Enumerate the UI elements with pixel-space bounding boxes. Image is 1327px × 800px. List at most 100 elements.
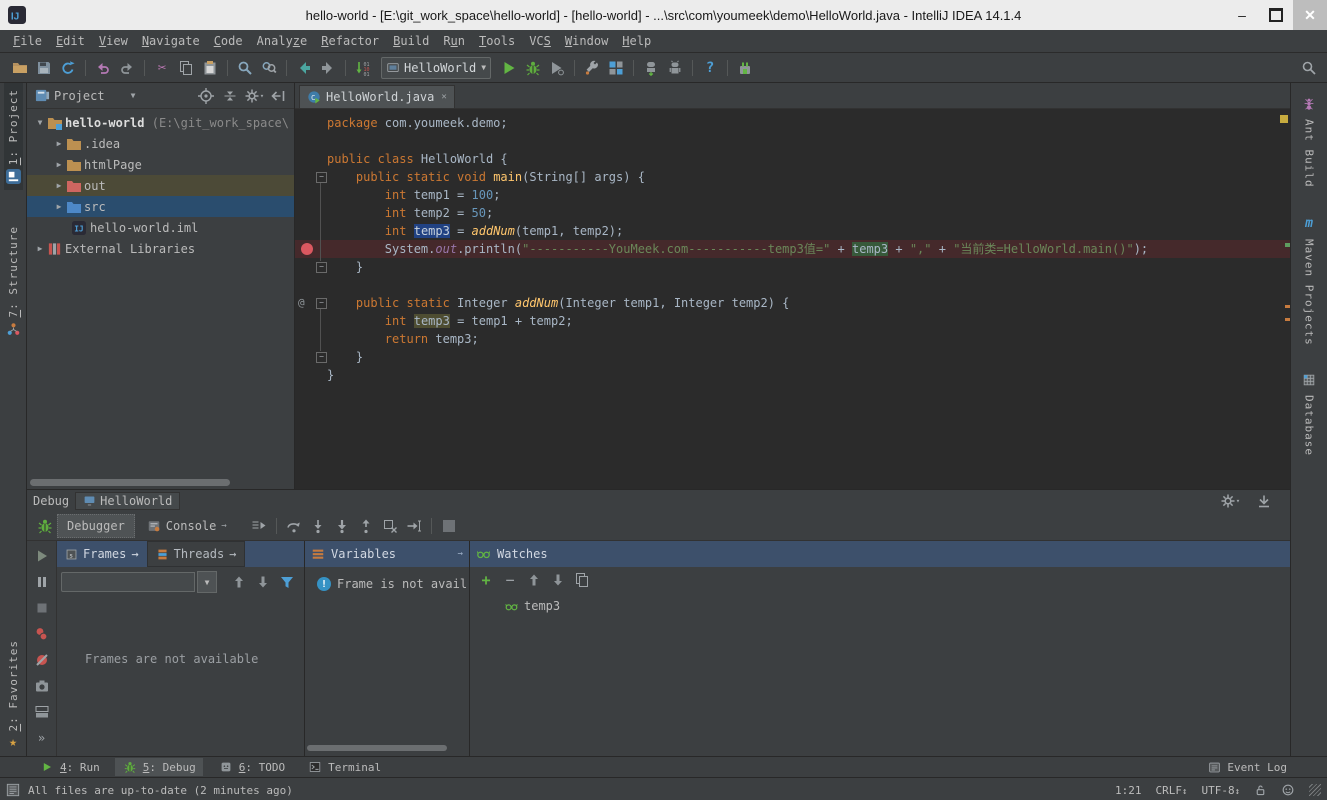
evaluate-expression-icon[interactable] — [437, 515, 461, 537]
resume-icon[interactable] — [30, 545, 54, 567]
collapse-all-icon[interactable] — [218, 85, 242, 107]
collapsed-arrow-icon[interactable]: ▶ — [33, 244, 47, 253]
more-icon[interactable]: » — [30, 727, 54, 749]
tree-row-src[interactable]: ▶ src — [27, 196, 294, 217]
toolwindow-button-structure[interactable]: 7: Structure — [4, 220, 23, 343]
collapsed-arrow-icon[interactable]: ▶ — [52, 139, 66, 148]
menu-run[interactable]: Run — [436, 34, 472, 48]
prev-frame-icon[interactable] — [227, 571, 251, 593]
show-execution-point-icon[interactable] — [247, 515, 271, 537]
toolwindow-button-6-todo[interactable]: 6: TODO — [211, 758, 292, 776]
menu-view[interactable]: View — [92, 34, 135, 48]
code-line[interactable]: int temp3 = addNum(temp1, temp2); — [295, 222, 1290, 240]
collapsed-arrow-icon[interactable]: ▶ — [52, 202, 66, 211]
drop-frame-icon[interactable] — [378, 515, 402, 537]
move-up-icon[interactable] — [522, 569, 546, 591]
pause-icon[interactable] — [30, 571, 54, 593]
toolwindow-button-project[interactable]: 1: Project — [4, 83, 23, 190]
restore-layout-icon[interactable] — [30, 701, 54, 723]
code-line[interactable]: public class HelloWorld { — [295, 150, 1290, 168]
menu-window[interactable]: Window — [558, 34, 615, 48]
fold-marker-icon[interactable]: − — [316, 298, 327, 309]
toolwindow-button-4-run[interactable]: 4: Run — [32, 758, 107, 776]
menu-tools[interactable]: Tools — [472, 34, 522, 48]
line-separator-select[interactable]: CRLF↕ — [1156, 784, 1188, 797]
code-line[interactable]: return temp3; — [295, 330, 1290, 348]
hide-left-icon[interactable] — [266, 85, 290, 107]
android-icon[interactable] — [663, 57, 687, 79]
tree-row-idea[interactable]: ▶ .idea — [27, 133, 294, 154]
caret-position[interactable]: 1:21 — [1115, 784, 1142, 797]
mute-breakpoints-icon[interactable] — [30, 649, 54, 671]
project-horizontal-scrollbar[interactable] — [30, 479, 230, 486]
close-button[interactable]: ✕ — [1293, 0, 1327, 30]
settings-gear-icon[interactable]: ▾ — [1218, 490, 1242, 512]
redo-icon[interactable] — [115, 57, 139, 79]
code-line[interactable]: } — [295, 348, 1290, 366]
settings-gear-icon[interactable]: ▾ — [242, 85, 266, 107]
move-down-icon[interactable] — [546, 569, 570, 591]
resize-grip[interactable] — [1309, 784, 1321, 796]
tree-row-out[interactable]: ▶ out — [27, 175, 294, 196]
save-all-icon[interactable] — [32, 57, 56, 79]
filter-icon[interactable] — [275, 571, 299, 593]
breakpoint-icon[interactable] — [301, 243, 313, 255]
find-icon[interactable] — [233, 57, 257, 79]
copy-icon[interactable] — [174, 57, 198, 79]
help-icon[interactable]: ? — [698, 57, 722, 79]
settings-wrench-icon[interactable] — [580, 57, 604, 79]
toolwindow-toggle-icon[interactable] — [6, 783, 20, 797]
code-line[interactable]: int temp2 = 50; — [295, 204, 1290, 222]
maximize-button[interactable] — [1259, 0, 1293, 30]
combobox-dropdown-button[interactable]: ▼ — [197, 571, 217, 593]
view-breakpoints-icon[interactable] — [30, 623, 54, 645]
forward-icon[interactable] — [316, 57, 340, 79]
unlock-icon[interactable] — [1254, 784, 1267, 797]
watch-item[interactable]: temp3 — [504, 599, 1290, 613]
code-line[interactable]: int temp3 = temp1 + temp2; — [295, 312, 1290, 330]
code-line[interactable]: package com.youmeek.demo; — [295, 114, 1290, 132]
paste-icon[interactable] — [198, 57, 222, 79]
tab-frames[interactable]: s Frames → — [57, 541, 147, 567]
toolwindow-button-maven[interactable]: m Maven Projects — [1301, 210, 1318, 352]
project-structure-icon[interactable] — [604, 57, 628, 79]
cut-icon[interactable]: ✂ — [150, 57, 174, 79]
annotation-gutter-icon[interactable]: @ — [298, 296, 305, 309]
collapsed-arrow-icon[interactable]: ▶ — [52, 160, 66, 169]
run-configuration-select[interactable]: HelloWorld ▼ — [381, 57, 491, 79]
toolwindow-button-terminal[interactable]: Terminal — [300, 758, 388, 776]
hector-inspector-icon[interactable] — [1281, 783, 1295, 797]
code-area[interactable]: package com.youmeek.demo; public class H… — [295, 109, 1290, 489]
force-step-into-icon[interactable] — [330, 515, 354, 537]
hide-down-icon[interactable] — [1252, 490, 1276, 512]
back-icon[interactable] — [292, 57, 316, 79]
step-into-icon[interactable] — [306, 515, 330, 537]
locate-icon[interactable] — [194, 85, 218, 107]
search-icon[interactable] — [1297, 57, 1321, 79]
code-line[interactable]: public static void main(String[] args) { — [295, 168, 1290, 186]
fold-marker-icon[interactable]: − — [316, 352, 327, 363]
debug-session-tab[interactable]: HelloWorld — [75, 492, 180, 510]
code-line[interactable]: } — [295, 258, 1290, 276]
chevron-down-icon[interactable]: ▼ — [131, 91, 136, 100]
menu-navigate[interactable]: Navigate — [135, 34, 207, 48]
frames-combobox[interactable] — [61, 572, 195, 592]
debug-horizontal-scrollbar[interactable] — [307, 745, 447, 751]
code-line[interactable] — [295, 276, 1290, 294]
tree-row-root[interactable]: ▼ hello-world (E:\git_work_space\ — [27, 112, 294, 133]
install-plugin-icon[interactable] — [733, 57, 757, 79]
tree-row-external-libraries[interactable]: ▶ External Libraries — [27, 238, 294, 259]
event-log-button[interactable]: Event Log — [1208, 761, 1287, 774]
menu-code[interactable]: Code — [207, 34, 250, 48]
menu-vcs[interactable]: VCS — [522, 34, 558, 48]
fold-marker-icon[interactable]: − — [316, 262, 327, 273]
tree-row-htmlpage[interactable]: ▶ htmlPage — [27, 154, 294, 175]
step-over-icon[interactable] — [282, 515, 306, 537]
tree-row-iml[interactable]: IJ hello-world.iml — [27, 217, 294, 238]
menu-refactor[interactable]: Refactor — [314, 34, 386, 48]
debug-bug-icon[interactable] — [521, 57, 545, 79]
open-folder-icon[interactable] — [8, 57, 32, 79]
menu-help[interactable]: Help — [615, 34, 658, 48]
collapsed-arrow-icon[interactable]: ▶ — [52, 181, 66, 190]
next-frame-icon[interactable] — [251, 571, 275, 593]
